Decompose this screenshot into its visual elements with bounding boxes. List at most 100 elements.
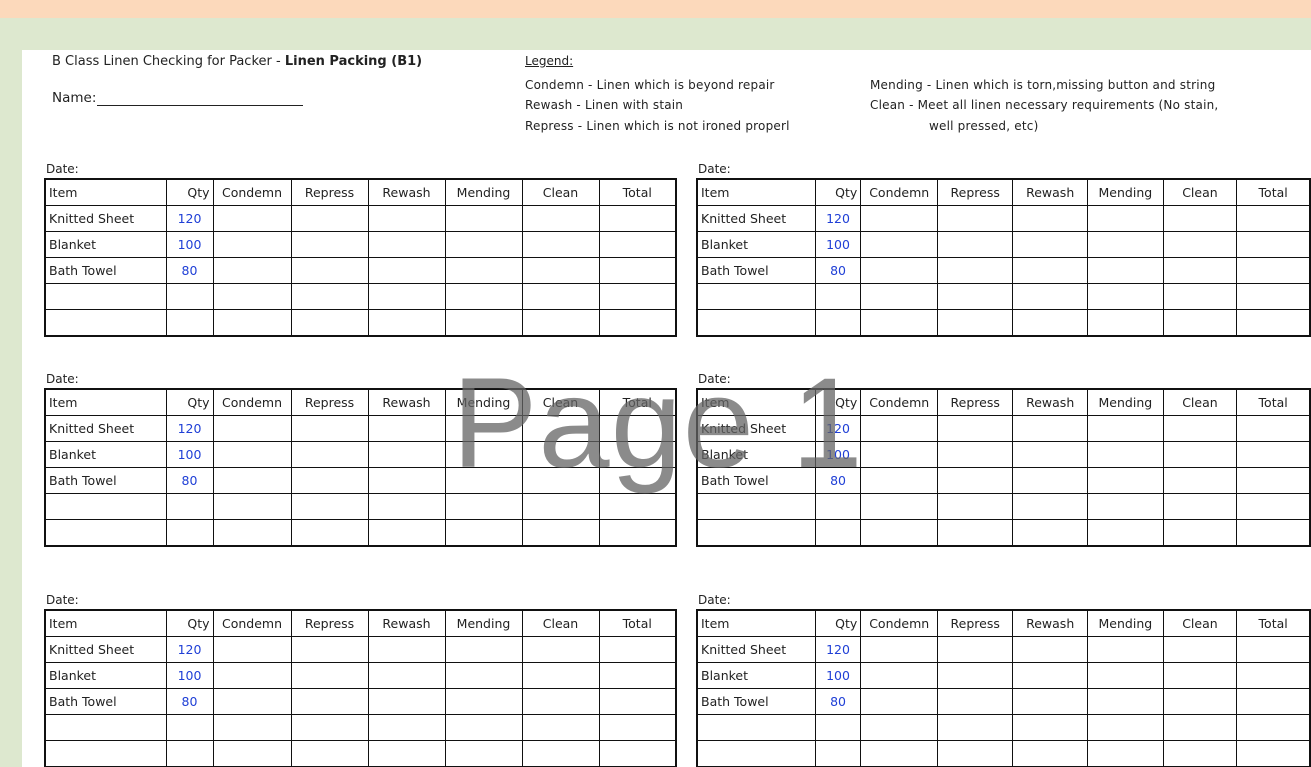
check-cell[interactable] [444, 493, 523, 520]
check-cell[interactable] [598, 740, 677, 767]
check-cell[interactable] [1236, 415, 1311, 442]
check-cell[interactable] [860, 441, 939, 468]
check-cell[interactable] [521, 257, 600, 284]
check-cell[interactable] [444, 714, 523, 741]
check-cell[interactable] [1087, 714, 1164, 741]
check-cell[interactable] [290, 283, 369, 310]
check-cell[interactable] [860, 740, 939, 767]
check-cell[interactable] [598, 519, 677, 547]
check-cell[interactable] [598, 662, 677, 689]
check-cell[interactable] [367, 231, 446, 258]
check-cell[interactable] [367, 688, 446, 715]
check-cell[interactable] [521, 441, 600, 468]
check-cell[interactable] [1236, 688, 1311, 715]
check-cell[interactable] [1087, 519, 1164, 547]
check-cell[interactable] [1087, 493, 1164, 520]
check-cell[interactable] [937, 441, 1014, 468]
check-cell[interactable] [212, 283, 292, 310]
check-cell[interactable] [1012, 688, 1089, 715]
check-cell[interactable] [1087, 636, 1164, 663]
check-cell[interactable] [598, 636, 677, 663]
check-cell[interactable] [367, 205, 446, 232]
check-cell[interactable] [1236, 309, 1311, 337]
check-cell[interactable] [1012, 441, 1089, 468]
check-cell[interactable] [1012, 309, 1089, 337]
check-cell[interactable] [367, 493, 446, 520]
check-cell[interactable] [212, 467, 292, 494]
check-cell[interactable] [1162, 662, 1238, 689]
check-cell[interactable] [598, 205, 677, 232]
check-cell[interactable] [212, 231, 292, 258]
check-cell[interactable] [1012, 662, 1089, 689]
check-cell[interactable] [1087, 441, 1164, 468]
check-cell[interactable] [367, 519, 446, 547]
check-cell[interactable] [444, 415, 523, 442]
check-cell[interactable] [1236, 283, 1311, 310]
check-cell[interactable] [860, 714, 939, 741]
check-cell[interactable] [1087, 257, 1164, 284]
check-cell[interactable] [444, 467, 523, 494]
check-cell[interactable] [367, 441, 446, 468]
check-cell[interactable] [1012, 231, 1089, 258]
check-cell[interactable] [937, 231, 1014, 258]
check-cell[interactable] [860, 205, 939, 232]
check-cell[interactable] [1012, 415, 1089, 442]
check-cell[interactable] [212, 688, 292, 715]
check-cell[interactable] [367, 662, 446, 689]
check-cell[interactable] [521, 688, 600, 715]
check-cell[interactable] [860, 467, 939, 494]
check-cell[interactable] [1012, 205, 1089, 232]
check-cell[interactable] [1236, 231, 1311, 258]
check-cell[interactable] [212, 493, 292, 520]
check-cell[interactable] [444, 257, 523, 284]
check-cell[interactable] [937, 662, 1014, 689]
check-cell[interactable] [937, 688, 1014, 715]
check-cell[interactable] [860, 662, 939, 689]
check-cell[interactable] [1087, 415, 1164, 442]
check-cell[interactable] [290, 714, 369, 741]
check-cell[interactable] [521, 415, 600, 442]
check-cell[interactable] [290, 519, 369, 547]
check-cell[interactable] [1236, 519, 1311, 547]
check-cell[interactable] [937, 415, 1014, 442]
check-cell[interactable] [521, 309, 600, 337]
check-cell[interactable] [1087, 740, 1164, 767]
check-cell[interactable] [598, 231, 677, 258]
check-cell[interactable] [598, 714, 677, 741]
check-cell[interactable] [1012, 493, 1089, 520]
check-cell[interactable] [521, 740, 600, 767]
check-cell[interactable] [1236, 441, 1311, 468]
check-cell[interactable] [212, 257, 292, 284]
check-cell[interactable] [290, 740, 369, 767]
check-cell[interactable] [290, 415, 369, 442]
check-cell[interactable] [444, 283, 523, 310]
check-cell[interactable] [937, 467, 1014, 494]
check-cell[interactable] [444, 740, 523, 767]
check-cell[interactable] [860, 636, 939, 663]
check-cell[interactable] [290, 441, 369, 468]
check-cell[interactable] [598, 493, 677, 520]
check-cell[interactable] [860, 688, 939, 715]
check-cell[interactable] [937, 519, 1014, 547]
check-cell[interactable] [860, 283, 939, 310]
check-cell[interactable] [598, 309, 677, 337]
check-cell[interactable] [1236, 467, 1311, 494]
check-cell[interactable] [1012, 740, 1089, 767]
check-cell[interactable] [598, 415, 677, 442]
check-cell[interactable] [1162, 467, 1238, 494]
check-cell[interactable] [367, 415, 446, 442]
check-cell[interactable] [1012, 714, 1089, 741]
check-cell[interactable] [444, 231, 523, 258]
check-cell[interactable] [1162, 441, 1238, 468]
check-cell[interactable] [860, 309, 939, 337]
check-cell[interactable] [1162, 415, 1238, 442]
check-cell[interactable] [290, 493, 369, 520]
check-cell[interactable] [444, 636, 523, 663]
check-cell[interactable] [367, 740, 446, 767]
check-cell[interactable] [290, 467, 369, 494]
check-cell[interactable] [598, 257, 677, 284]
check-cell[interactable] [444, 309, 523, 337]
check-cell[interactable] [1162, 493, 1238, 520]
check-cell[interactable] [1236, 662, 1311, 689]
check-cell[interactable] [1162, 740, 1238, 767]
